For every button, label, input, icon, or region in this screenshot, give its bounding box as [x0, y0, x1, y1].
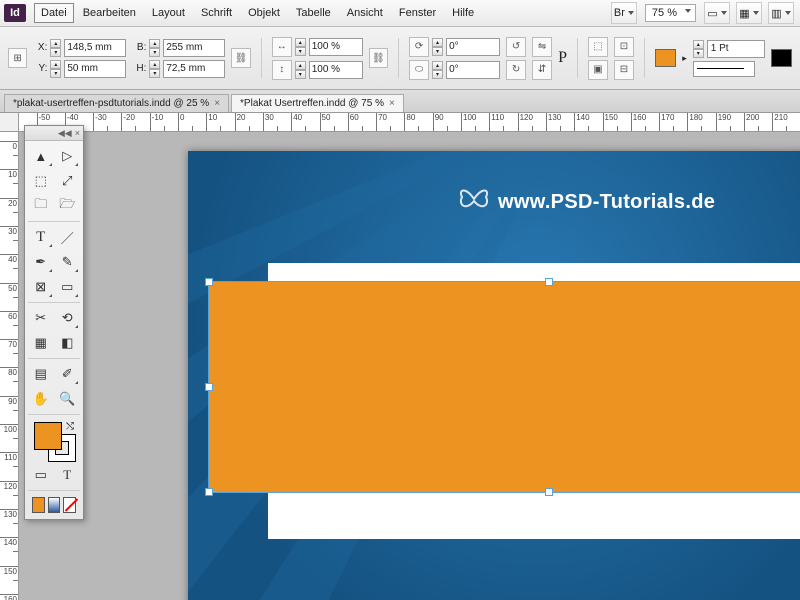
screen-mode-button[interactable]: ▭ [704, 2, 730, 24]
select-container-icon[interactable]: ⬚ [588, 37, 608, 57]
rotate-ccw-icon[interactable]: ↺ [506, 37, 526, 57]
eyedropper-tool[interactable]: ✐ [55, 362, 81, 386]
ruler-horizontal[interactable]: -50-40-30-20-100102030405060708090100110… [18, 113, 800, 132]
menu-bar: Id Datei Bearbeiten Layout Schrift Objek… [0, 0, 800, 27]
scissors-tool[interactable]: ✂ [28, 306, 54, 330]
gradient-swatch-tool[interactable]: ▦ [28, 331, 54, 355]
document-page[interactable]: www.PSD-Tutorials.de [188, 151, 800, 600]
apply-color-icon[interactable] [32, 497, 45, 513]
rotate-field[interactable]: 0° [446, 38, 500, 56]
free-transform-tool[interactable]: ⟲ [55, 306, 81, 330]
workspace-switcher[interactable]: ▥ [768, 2, 794, 24]
ruler-origin[interactable] [0, 113, 19, 132]
tools-panel[interactable]: ◀◀× ▲ ▷ ⬚ ⤢ 🗀 🗁 T ／ ✒ ✎ ⊠ ▭ ✂ ⟲ ▦ ◧ ▤ ✐ … [24, 125, 84, 520]
type-tool[interactable]: T [28, 225, 54, 249]
fit-frame-icon[interactable]: ⊟ [614, 60, 634, 80]
line-tool[interactable]: ／ [55, 225, 81, 249]
resize-handle[interactable] [205, 278, 213, 286]
fill-swatch[interactable] [655, 49, 676, 67]
menu-edit[interactable]: Bearbeiten [76, 3, 143, 23]
constrain-scale-icon[interactable]: ⛓ [369, 48, 388, 68]
scale-x-icon: ↔ [272, 37, 292, 57]
character-panel-icon[interactable]: P [558, 49, 567, 67]
direct-selection-tool[interactable]: ▷ [55, 144, 81, 168]
select-content-icon[interactable]: ▣ [588, 60, 608, 80]
formatting-container-icon[interactable]: ▭ [28, 463, 54, 487]
canvas[interactable]: www.PSD-Tutorials.de [18, 131, 800, 600]
page-tool[interactable]: ⬚ [28, 169, 54, 193]
swap-colors-icon[interactable]: ⤭ [66, 421, 74, 432]
close-icon[interactable]: × [214, 98, 220, 109]
app-icon: Id [4, 4, 26, 22]
zoom-tool[interactable]: 🔍 [55, 387, 81, 411]
scale-x-field[interactable]: 100 % [309, 38, 363, 56]
menu-type[interactable]: Schrift [194, 3, 239, 23]
rotate-cw-icon[interactable]: ↻ [506, 60, 526, 80]
selection-tool[interactable]: ▲ [28, 144, 54, 168]
content-collector-tool[interactable]: 🗀 [28, 194, 54, 218]
resize-handle[interactable] [545, 278, 553, 286]
close-icon[interactable]: × [389, 98, 395, 109]
constrain-wh-icon[interactable]: ⛓ [231, 48, 250, 68]
bridge-button[interactable]: Br [611, 2, 637, 24]
menu-window[interactable]: Fenster [392, 3, 443, 23]
formatting-text-icon[interactable]: T [55, 463, 81, 487]
document-tab[interactable]: *Plakat Usertreffen.indd @ 75 %× [231, 94, 404, 112]
document-tab[interactable]: *plakat-usertreffen-psdtutorials.indd @ … [4, 94, 229, 112]
arrange-docs-button[interactable]: ▦ [736, 2, 762, 24]
rectangle-frame-tool[interactable]: ⊠ [28, 275, 54, 299]
fill-stroke-swatches[interactable]: ⤭ [28, 418, 80, 462]
collapse-icon[interactable]: ◀◀ [58, 128, 72, 139]
ruler-vertical[interactable]: 0102030405060708090100110120130140150160 [0, 131, 19, 600]
pencil-tool[interactable]: ✎ [55, 250, 81, 274]
shear-icon: ⬭ [409, 60, 429, 80]
stroke-swatch[interactable] [771, 49, 792, 67]
hand-tool[interactable]: ✋ [28, 387, 54, 411]
shear-field[interactable]: 0° [446, 61, 500, 79]
rotate-icon: ⟳ [409, 37, 429, 57]
rectangle-tool[interactable]: ▭ [55, 275, 81, 299]
fit-content-icon[interactable]: ⊡ [614, 37, 634, 57]
document-tab-bar: *plakat-usertreffen-psdtutorials.indd @ … [0, 90, 800, 113]
scale-y-field[interactable]: 100 % [309, 61, 363, 79]
close-icon[interactable]: × [75, 128, 80, 138]
stroke-style-dropdown[interactable] [693, 61, 755, 77]
butterfly-logo-icon [456, 181, 492, 217]
flip-v-icon[interactable]: ⇵ [532, 60, 552, 80]
resize-handle[interactable] [205, 488, 213, 496]
x-field[interactable]: 148,5 mm [64, 39, 126, 57]
note-tool[interactable]: ▤ [28, 362, 54, 386]
h-field[interactable]: 72,5 mm [163, 60, 225, 78]
menu-object[interactable]: Objekt [241, 3, 287, 23]
control-bar: ⊞ X:▴▾148,5 mm Y:▴▾50 mm B:▴▾255 mm H:▴▾… [0, 27, 800, 90]
zoom-dropdown[interactable]: 75 % [645, 4, 696, 22]
menu-help[interactable]: Hilfe [445, 3, 481, 23]
apply-gradient-icon[interactable] [48, 497, 61, 513]
resize-handle[interactable] [545, 488, 553, 496]
gradient-feather-tool[interactable]: ◧ [55, 331, 81, 355]
workspace: -50-40-30-20-100102030405060708090100110… [0, 113, 800, 600]
menu-layout[interactable]: Layout [145, 3, 192, 23]
resize-handle[interactable] [205, 383, 213, 391]
page-header-text: www.PSD-Tutorials.de [498, 191, 715, 214]
w-field[interactable]: 255 mm [163, 39, 225, 57]
fill-color[interactable] [34, 422, 62, 450]
flip-h-icon[interactable]: ⇋ [532, 37, 552, 57]
gap-tool[interactable]: ⤢ [55, 169, 81, 193]
reference-point-icon[interactable]: ⊞ [8, 48, 27, 68]
selected-rectangle[interactable] [208, 281, 800, 493]
menu-table[interactable]: Tabelle [289, 3, 338, 23]
pen-tool[interactable]: ✒ [28, 250, 54, 274]
apply-none-icon[interactable] [63, 497, 76, 513]
menu-view[interactable]: Ansicht [340, 3, 390, 23]
menu-file[interactable]: Datei [34, 3, 74, 23]
scale-y-icon: ↕ [272, 60, 292, 80]
y-field[interactable]: 50 mm [64, 60, 126, 78]
stroke-weight-field[interactable]: 1 Pt [707, 40, 765, 58]
content-placer-tool[interactable]: 🗁 [55, 194, 81, 218]
